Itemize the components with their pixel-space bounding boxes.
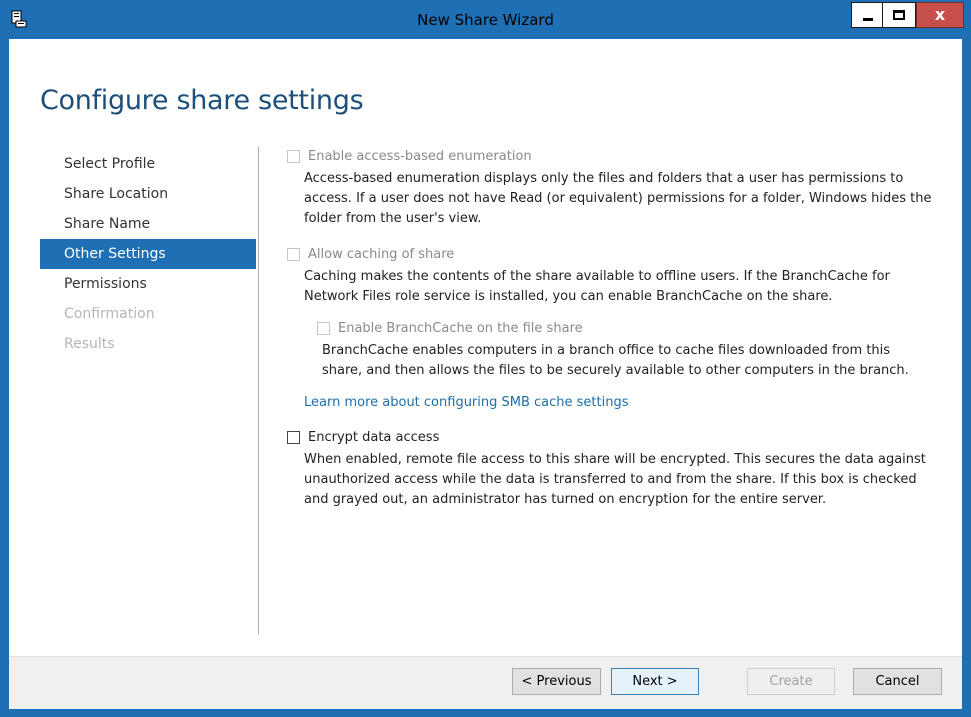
maximize-icon <box>893 10 905 20</box>
nav-item-share-location[interactable]: Share Location <box>40 179 256 209</box>
nav-item-results: Results <box>64 336 115 352</box>
abe-desc-line-2: access. If a user does not have Read (or… <box>304 191 932 206</box>
abe-label: Enable access-based enumeration <box>308 148 532 164</box>
abe-option: Enable access-based enumeration <box>287 147 532 165</box>
maximize-button[interactable] <box>883 2 916 28</box>
caching-label: Allow caching of share <box>308 246 455 262</box>
encrypt-description: When enabled, remote file access to this… <box>304 450 926 510</box>
minimize-button[interactable] <box>851 2 883 28</box>
button-bar: < Previous Next > Create Cancel <box>9 656 962 709</box>
wizard-window: New Share Wizard x Configure share setti… <box>0 0 971 717</box>
encrypt-desc-line-3: and grayed out, an administrator has tur… <box>304 492 827 507</box>
caching-desc-line-2: Network Files role service is installed,… <box>304 289 833 304</box>
branchcache-desc-line-1: BranchCache enables computers in a branc… <box>322 343 891 358</box>
nav-item-share-name[interactable]: Share Name <box>40 209 256 239</box>
encrypt-desc-line-2: unauthorized access while the data is tr… <box>304 472 917 487</box>
learn-more-link[interactable]: Learn more about configuring SMB cache s… <box>304 395 629 410</box>
nav-divider <box>258 147 259 634</box>
branchcache-desc-line-2: share, and then allows the files to be s… <box>322 363 909 378</box>
nav-item-permissions[interactable]: Permissions <box>40 269 256 299</box>
next-button[interactable]: Next > <box>611 668 699 695</box>
title-bar[interactable]: New Share Wizard x <box>1 1 970 39</box>
cancel-button[interactable]: Cancel <box>853 668 942 695</box>
abe-desc-line-3: folder from the user's view. <box>304 211 482 226</box>
wizard-steps-nav: Select Profile Share Location Share Name Ot… <box>40 149 256 359</box>
encrypt-label: Encrypt data access <box>308 429 440 445</box>
abe-description: Access-based enumeration displays only t… <box>304 169 931 229</box>
wizard-client-area: Configure share settings Select Profile S… <box>9 39 962 709</box>
encrypt-checkbox[interactable] <box>287 430 300 444</box>
page-title: Configure share settings <box>40 85 364 116</box>
branchcache-checkbox[interactable] <box>317 321 330 335</box>
encrypt-option: Encrypt data access <box>287 428 439 446</box>
previous-button[interactable]: < Previous <box>512 668 601 695</box>
nav-item-select-profile[interactable]: Select Profile <box>40 149 256 179</box>
close-button[interactable]: x <box>916 2 964 28</box>
branchcache-label: Enable BranchCache on the file share <box>338 320 583 336</box>
branchcache-description: BranchCache enables computers in a branc… <box>322 341 909 381</box>
abe-checkbox[interactable] <box>287 149 300 163</box>
encrypt-desc-line-1: When enabled, remote file access to this… <box>304 452 926 467</box>
caching-description: Caching makes the contents of the share … <box>304 267 890 307</box>
close-icon: x <box>934 5 946 24</box>
minimize-icon <box>863 18 873 21</box>
caching-desc-line-1: Caching makes the contents of the share … <box>304 269 890 284</box>
caching-option: Allow caching of share <box>287 245 454 263</box>
nav-item-confirmation: Confirmation <box>64 306 155 322</box>
abe-desc-line-1: Access-based enumeration displays only t… <box>304 171 904 186</box>
create-button[interactable]: Create <box>747 668 835 695</box>
nav-item-other-settings[interactable]: Other Settings <box>40 239 256 269</box>
branchcache-option: Enable BranchCache on the file share <box>317 319 583 337</box>
window-title: New Share Wizard <box>417 11 554 29</box>
caching-checkbox[interactable] <box>287 247 300 261</box>
